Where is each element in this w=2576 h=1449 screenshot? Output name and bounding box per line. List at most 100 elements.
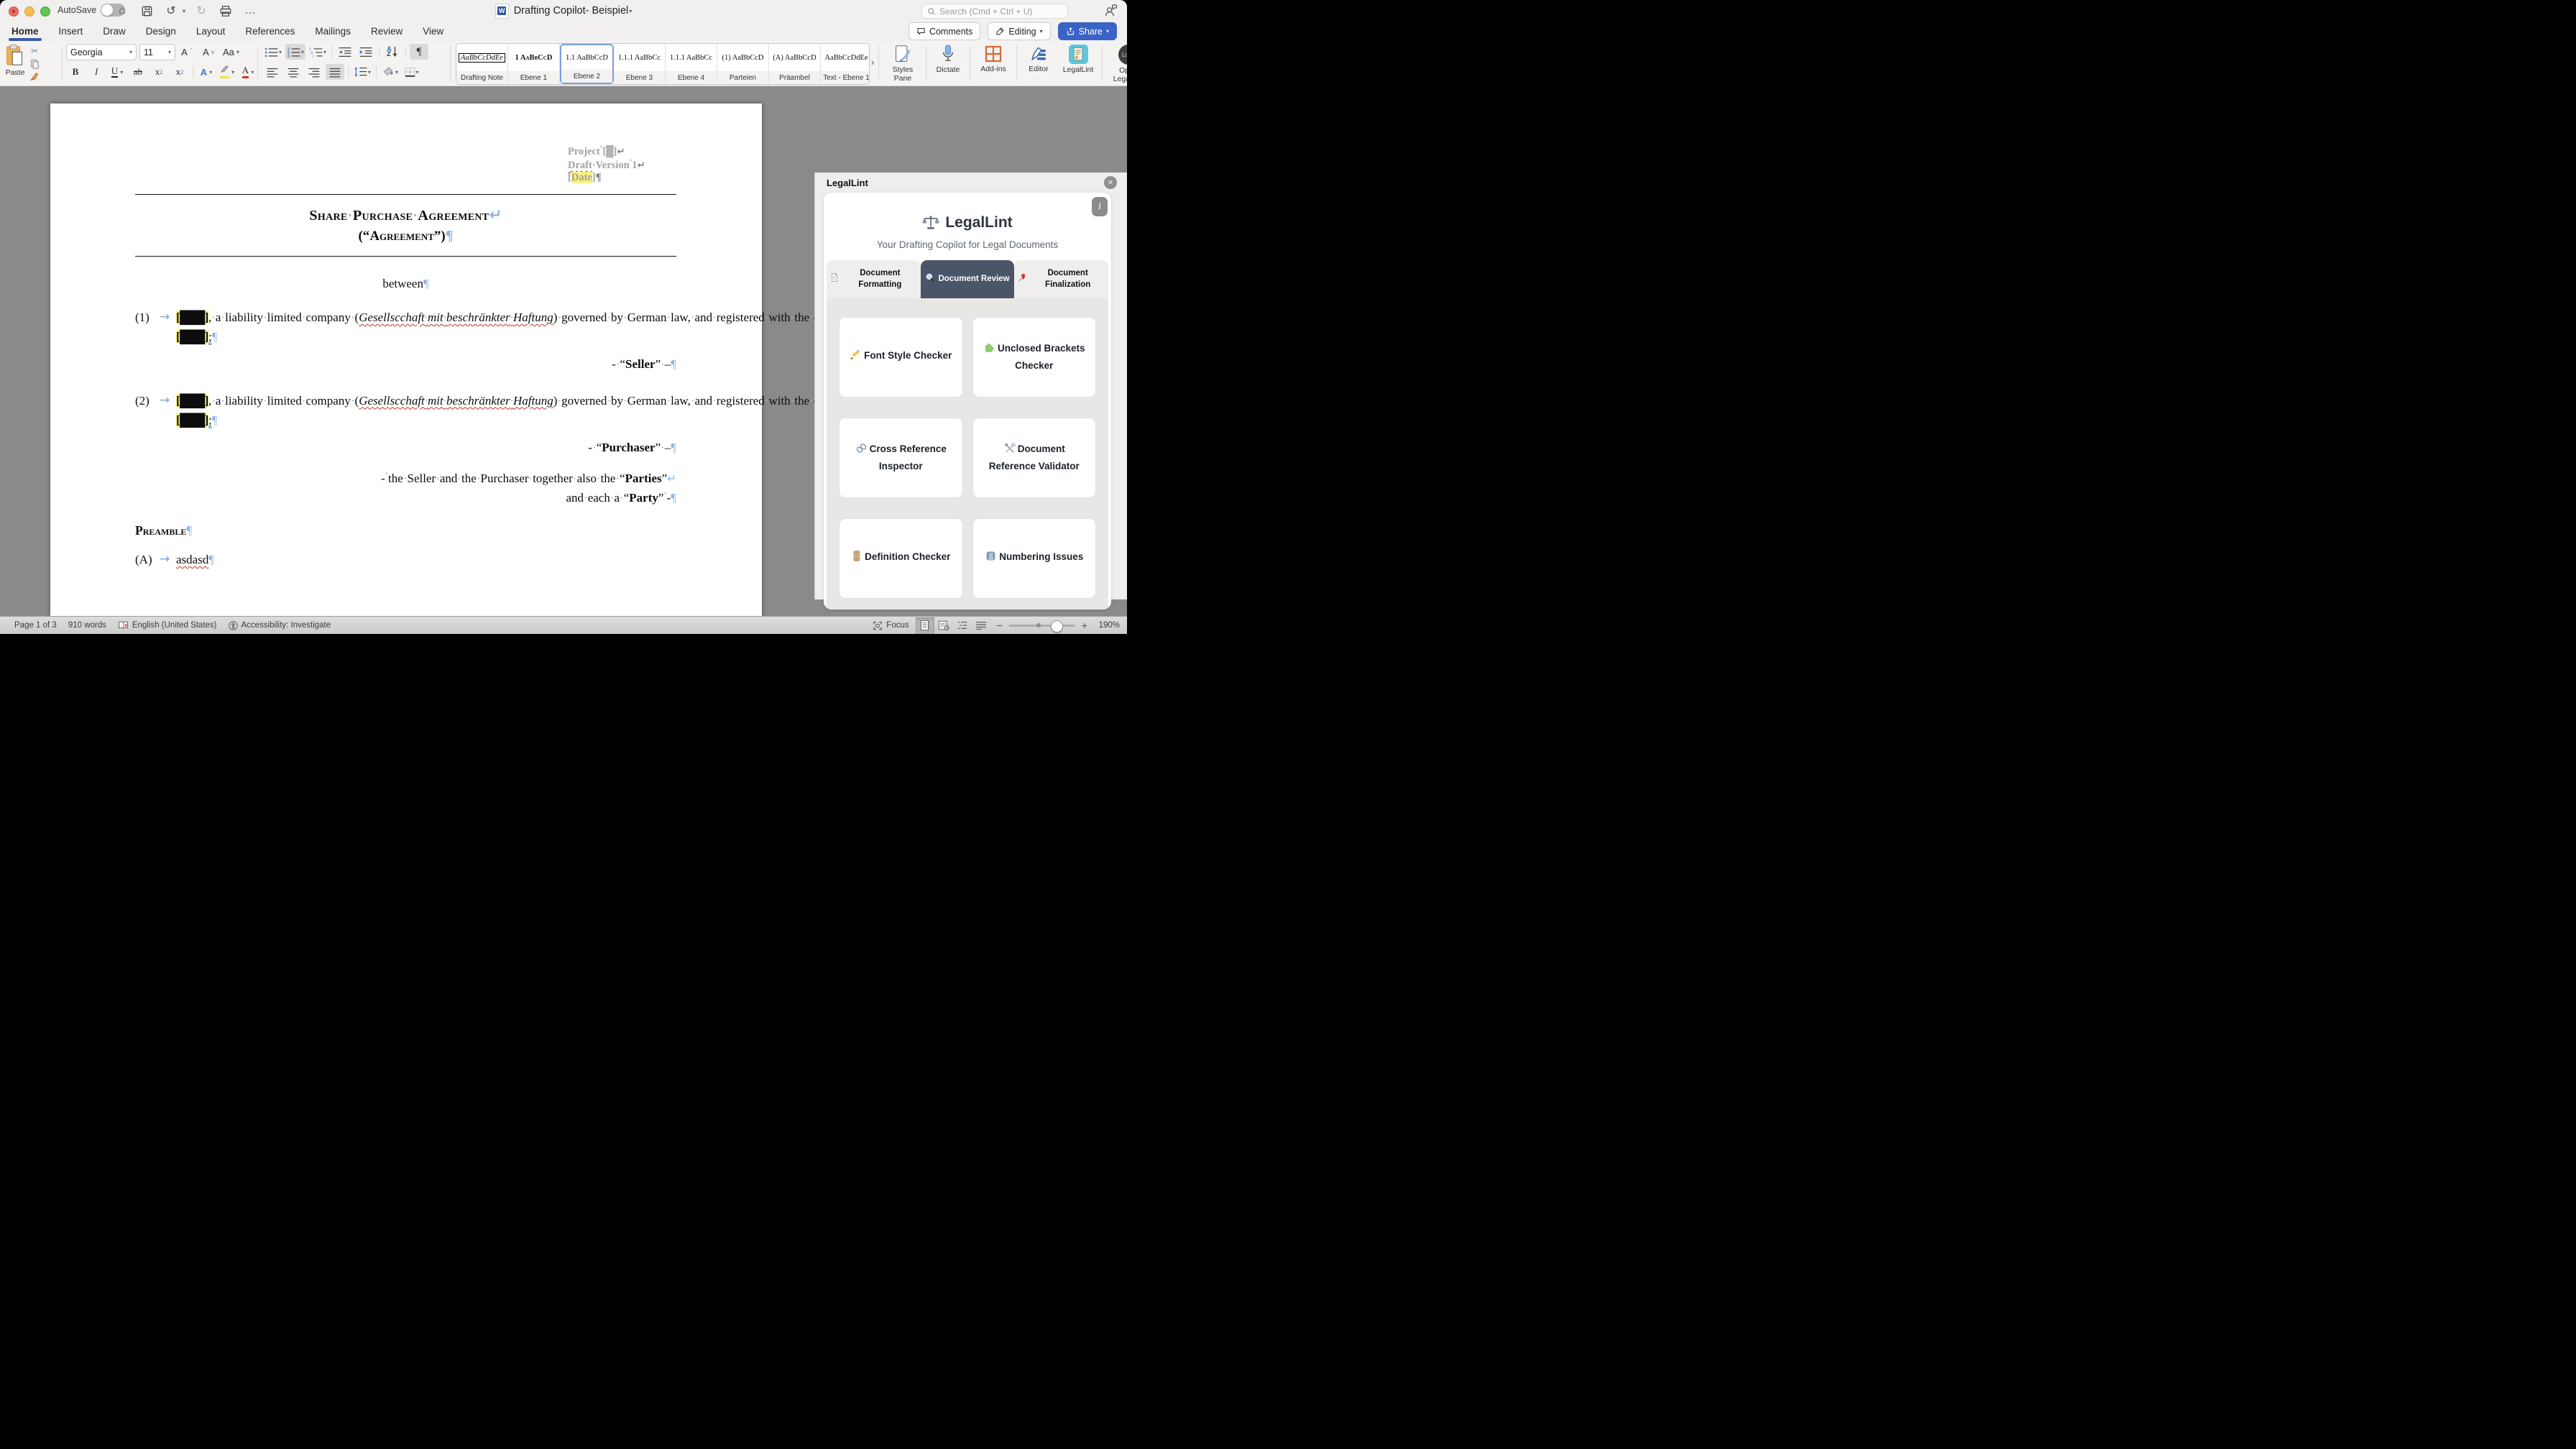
zoom-level[interactable]: 190%: [1094, 621, 1120, 630]
web-layout-view-button[interactable]: [934, 617, 953, 634]
space-mark: ·: [666, 394, 671, 408]
addins-button[interactable]: Add-ins: [973, 41, 1013, 86]
doc-title-chevron-icon[interactable]: ▾: [629, 8, 632, 14]
editing-mode-button[interactable]: Editing ▾: [988, 22, 1050, 40]
tab-references[interactable]: References: [244, 24, 296, 39]
sort-button[interactable]: AZ: [383, 44, 402, 60]
focus-mode-button[interactable]: Focus: [873, 621, 908, 630]
pencil-icon: [995, 27, 1005, 36]
legallint-ribbon-button[interactable]: LegalLint: [1057, 41, 1099, 86]
superscript-button[interactable]: x2: [170, 64, 189, 80]
align-center-button[interactable]: [284, 64, 303, 80]
cross-reference-inspector-card[interactable]: Cross Reference Inspector: [839, 418, 963, 498]
style-ebene-1[interactable]: 1 AaBbCcD Ebene 1: [508, 44, 560, 84]
unclosed-brackets-checker-card[interactable]: Unclosed Brackets Checker: [972, 317, 1097, 397]
bullet-list-button[interactable]: ▾: [263, 44, 283, 60]
space-mark: ·: [302, 310, 306, 324]
accessibility-status[interactable]: Accessibility: Investigate: [229, 621, 331, 630]
definition-checker-card[interactable]: Definition Checker: [839, 518, 963, 599]
linebreak-mark: ↵: [667, 472, 676, 485]
line-spacing-button[interactable]: ▾: [352, 64, 372, 80]
zoom-out-button[interactable]: −: [997, 620, 1003, 631]
tab-layout[interactable]: Layout: [195, 24, 227, 39]
subscript-button[interactable]: x2: [150, 64, 168, 80]
underline-button[interactable]: U▾: [108, 64, 126, 80]
dictate-button[interactable]: Dictate: [929, 41, 967, 86]
justify-button[interactable]: [326, 64, 344, 80]
style-preview: 1.1.1 AaBbCc: [614, 44, 665, 71]
share-button[interactable]: Share ▾: [1058, 22, 1117, 40]
bold-button[interactable]: B: [66, 64, 85, 80]
style-ebene-3[interactable]: 1.1.1 AaBbCc Ebene 3: [614, 44, 666, 84]
decrease-indent-button[interactable]: [336, 44, 354, 60]
presence-icon[interactable]: [1104, 4, 1118, 21]
shading-button[interactable]: ▾: [380, 64, 400, 80]
style-drafting-note[interactable]: AaBbCcDdEe Drafting Note: [456, 44, 508, 84]
tab-mark: →: [160, 550, 170, 569]
style-gallery-more-icon[interactable]: ›: [871, 57, 874, 68]
agreement-title: Share·Purchase·Agreement↵ (“Agreement”)¶: [135, 206, 676, 244]
tab-document-review[interactable]: Document Review: [921, 260, 1015, 298]
grow-font-button[interactable]: A＾: [178, 45, 197, 60]
font-name-select[interactable]: Georgia ▾: [66, 44, 137, 60]
style-parteien[interactable]: (1) AaBbCcD Parteien: [717, 44, 769, 84]
draft-view-button[interactable]: [972, 617, 990, 634]
copy-icon[interactable]: [27, 58, 42, 70]
tab-draw[interactable]: Draw: [101, 24, 127, 39]
multilevel-list-button[interactable]: 1ai ▾: [308, 44, 328, 60]
editor-button[interactable]: Editor: [1020, 41, 1057, 86]
document-page[interactable]: Project°[█]↵ Draft·Version°1↵ [Date]¶ Sh…: [50, 104, 762, 617]
shrink-font-button[interactable]: Aｖ: [200, 45, 218, 60]
align-left-button[interactable]: [263, 64, 282, 80]
search-input[interactable]: Search (Cmd + Ctrl + U): [921, 4, 1068, 19]
word-count[interactable]: 910 words: [68, 621, 106, 630]
numbering-issues-card[interactable]: 1234Numbering Issues: [972, 518, 1097, 599]
align-right-button[interactable]: [305, 64, 323, 80]
defined-term-purchaser: Purchaser: [602, 441, 655, 454]
cut-icon[interactable]: ✂: [27, 45, 42, 57]
show-formatting-marks-button[interactable]: ¶: [410, 44, 428, 60]
tab-design[interactable]: Design: [144, 24, 178, 39]
strikethrough-button[interactable]: ab: [129, 64, 147, 80]
font-color-button[interactable]: A▾: [239, 64, 257, 80]
zoom-slider-knob[interactable]: [1051, 620, 1063, 632]
italic-button[interactable]: I: [87, 64, 106, 80]
zoom-slider[interactable]: [1009, 625, 1075, 627]
editor-label: Editor: [1029, 65, 1048, 73]
numbered-list-button[interactable]: 123 ▾: [285, 44, 305, 60]
info-icon[interactable]: i: [1092, 197, 1108, 216]
tab-insert[interactable]: Insert: [58, 24, 85, 39]
zoom-in-button[interactable]: +: [1082, 620, 1087, 631]
font-style-checker-card[interactable]: Font Style Checker: [839, 317, 963, 397]
font-size-select[interactable]: 11 ▾: [139, 44, 175, 60]
style-text-ebene-1[interactable]: AaBbCcDdEe Text - Ebene 1: [821, 44, 870, 84]
open-legallint-button[interactable]: Logo Open LegalLint: [1105, 41, 1127, 86]
tab-view[interactable]: View: [421, 24, 445, 39]
style-ebene-2-selected[interactable]: 1.1 AaBbCcD Ebene 2: [560, 44, 614, 84]
close-panel-icon[interactable]: ✕: [1104, 176, 1117, 189]
increase-indent-button[interactable]: [356, 44, 375, 60]
change-case-button[interactable]: Aa▾: [221, 45, 241, 60]
borders-button[interactable]: ▾: [402, 64, 420, 80]
tab-mailings[interactable]: Mailings: [313, 24, 352, 39]
tab-document-formatting[interactable]: Document Formatting: [827, 260, 921, 298]
paste-button[interactable]: Paste: [4, 44, 26, 86]
tab-review[interactable]: Review: [369, 24, 404, 39]
styles-pane-button[interactable]: Styles Pane: [883, 41, 923, 86]
highlight-color-button[interactable]: ▾: [218, 64, 236, 80]
text-effects-button[interactable]: A▾: [197, 64, 216, 80]
document-reference-validator-card[interactable]: Document Reference Validator: [972, 418, 1097, 498]
language-selector[interactable]: English (United States): [118, 621, 217, 630]
page-indicator[interactable]: Page 1 of 3: [14, 621, 57, 630]
style-praeambel[interactable]: (A) AaBbCcD Präambel: [769, 44, 821, 84]
space-mark: ·: [348, 208, 353, 224]
tab-home[interactable]: Home: [10, 24, 40, 39]
print-layout-view-button[interactable]: [916, 617, 934, 634]
comments-button[interactable]: Comments: [908, 22, 980, 40]
pilcrow-mark: ¶: [186, 523, 192, 538]
pilcrow-mark: ¶: [596, 172, 602, 183]
format-painter-icon[interactable]: [27, 71, 42, 83]
style-ebene-4[interactable]: 1.1.1 AaBbCc Ebene 4: [666, 44, 717, 84]
outline-view-button[interactable]: [953, 617, 972, 634]
tab-document-finalization[interactable]: Document Finalization: [1014, 260, 1108, 298]
